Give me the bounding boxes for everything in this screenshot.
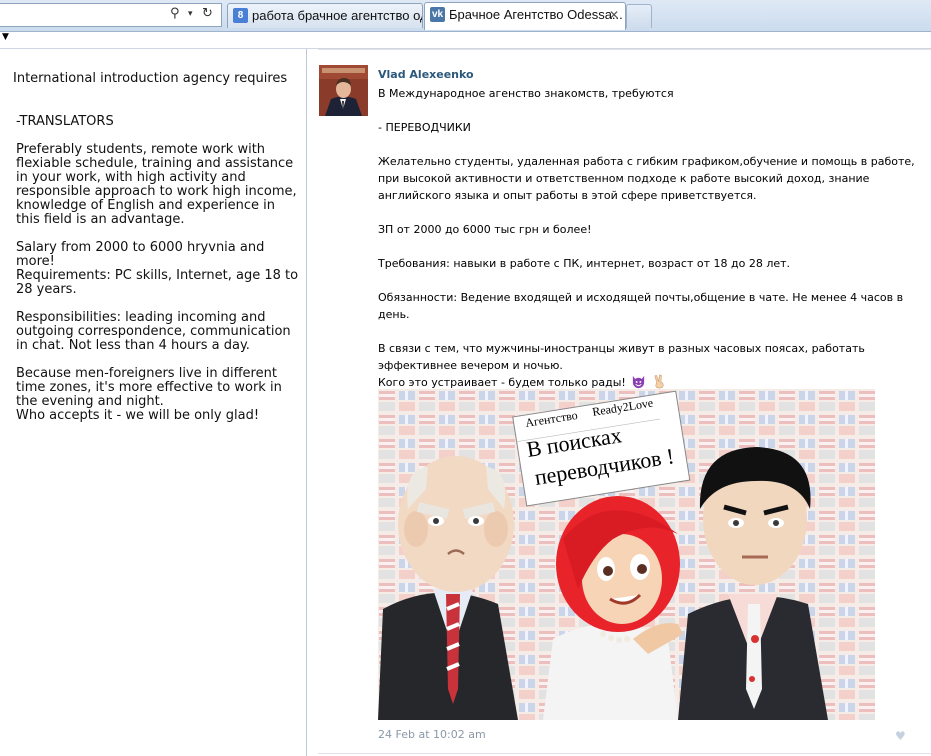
avatar[interactable] [319,65,368,116]
chevron-down-icon[interactable]: ▼ [2,32,9,42]
post-line: ЗП от 2000 до 6000 тыс грн и более! [378,223,592,236]
post-author[interactable]: Vlad Alexeenko [378,68,474,81]
paragraph-translators: -TRANSLATORS [16,114,114,129]
divider [318,49,931,50]
victory-hand-icon [654,374,664,389]
search-icon[interactable]: ⚲ [170,6,180,22]
browser-tab-bar: ⚲ ▾ ↻ 8 работа брачное агентство од... v… [0,0,931,32]
post-image[interactable]: Агентство Ready2Love В поисках переводчи… [378,389,875,720]
paragraph-requirements: Requirements: PC skills, Internet, age 1… [16,268,299,297]
new-tab-button[interactable] [626,4,652,28]
post-line: В связи с тем, что мужчины-иностранцы жи… [378,342,865,372]
paragraph-salary: Salary from 2000 to 6000 hryvnia and mor… [16,240,265,269]
post-line: В Международное агенство знакомств, треб… [378,87,674,100]
tab-vk-post[interactable]: vk Брачное Агентство Odessa... ✕ [424,2,626,30]
heart-icon[interactable]: ♥ [895,729,906,743]
google-favicon-icon: 8 [233,8,248,23]
divider [318,753,931,754]
post-text: В Международное агенство знакомств, треб… [378,85,923,391]
paragraph-time-zones: Because men-foreigners live in different… [16,366,282,423]
post-line: Обязанности: Ведение входящей и исходяще… [378,291,904,321]
vk-post: Vlad Alexeenko В Международное агенство … [308,49,931,756]
tab-google-search[interactable]: 8 работа брачное агентство од... [227,3,423,28]
post-line: - ПЕРЕВОДЧИКИ [378,121,471,134]
tab-title: Брачное Агентство Odessa... [449,7,623,22]
post-line: Желательно студенты, удаленная работа с … [378,155,915,202]
paragraph-requirements-intro: Preferably students, remote work with fl… [16,142,297,227]
post-line: Требования: навыки в работе с ПК, интерн… [378,257,791,270]
devil-emoji-icon [633,375,645,389]
command-bar: ▼ [0,32,931,49]
translation-pane: International introduction agency requir… [0,49,307,756]
address-bar-tail[interactable]: ⚲ ▾ ↻ [0,3,222,27]
vk-favicon-icon: vk [430,7,445,22]
paragraph-responsibilities: Responsibilities: leading incoming and o… [16,310,291,353]
refresh-icon[interactable]: ↻ [202,6,213,22]
close-icon[interactable]: ✕ [609,3,619,27]
post-date[interactable]: 24 Feb at 10:02 am [378,728,486,741]
intro-text: International introduction agency requir… [13,71,288,86]
tab-title: работа брачное агентство од... [252,8,423,23]
dropdown-arrow-icon[interactable]: ▾ [188,6,193,22]
